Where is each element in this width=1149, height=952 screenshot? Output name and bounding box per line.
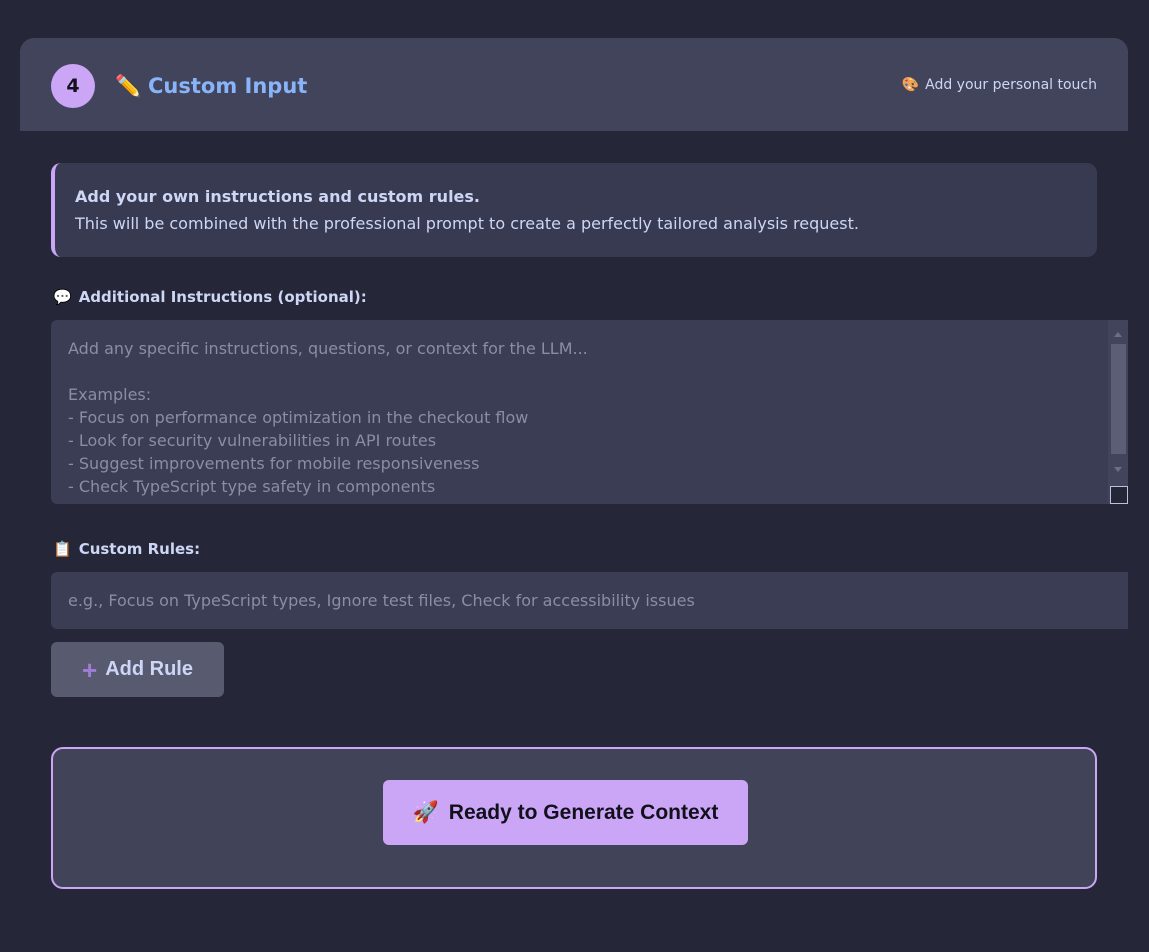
resize-handle-icon[interactable]: [1110, 486, 1128, 504]
scroll-down-arrow-icon[interactable]: [1114, 467, 1122, 472]
instructions-label-text: Additional Instructions (optional):: [78, 288, 367, 306]
info-callout: Add your own instructions and custom rul…: [51, 163, 1097, 257]
clipboard-icon: 📋: [53, 540, 72, 558]
info-heading: Add your own instructions and custom rul…: [75, 187, 480, 206]
generate-context-label: Ready to Generate Context: [448, 800, 719, 824]
step-number-badge: 4: [51, 64, 95, 108]
custom-rule-input[interactable]: [51, 572, 1128, 629]
header-hint-text: Add your personal touch: [925, 77, 1097, 93]
pencil-icon: ✏️: [115, 74, 142, 98]
section-title: Custom Input: [148, 74, 308, 98]
instructions-textarea[interactable]: Add any specific instructions, questions…: [51, 320, 1128, 504]
card-header: 4 ✏️ Custom Input 🎨 Add your personal to…: [20, 38, 1128, 131]
speech-bubble-icon: 💬: [53, 288, 72, 306]
custom-input-card: 4 ✏️ Custom Input 🎨 Add your personal to…: [20, 38, 1128, 952]
instructions-label: 💬 Additional Instructions (optional):: [53, 287, 367, 307]
generate-panel: 🚀 Ready to Generate Context: [51, 747, 1097, 889]
generate-context-button[interactable]: 🚀 Ready to Generate Context: [383, 780, 748, 845]
instructions-placeholder: Add any specific instructions, questions…: [68, 339, 588, 496]
add-rule-label: Add Rule: [105, 658, 193, 680]
rules-label: 📋 Custom Rules:: [53, 539, 200, 559]
plus-icon: +: [82, 654, 98, 685]
info-text: This will be combined with the professio…: [75, 214, 859, 233]
rules-label-text: Custom Rules:: [78, 540, 201, 558]
header-hint: 🎨 Add your personal touch: [902, 75, 1097, 95]
scroll-up-arrow-icon[interactable]: [1114, 332, 1122, 337]
add-rule-button[interactable]: + Add Rule: [51, 642, 224, 697]
rocket-icon: 🚀: [412, 800, 439, 824]
textarea-scrollbar[interactable]: [1108, 320, 1128, 504]
palette-icon: 🎨: [901, 77, 920, 93]
scroll-thumb[interactable]: [1111, 344, 1126, 454]
